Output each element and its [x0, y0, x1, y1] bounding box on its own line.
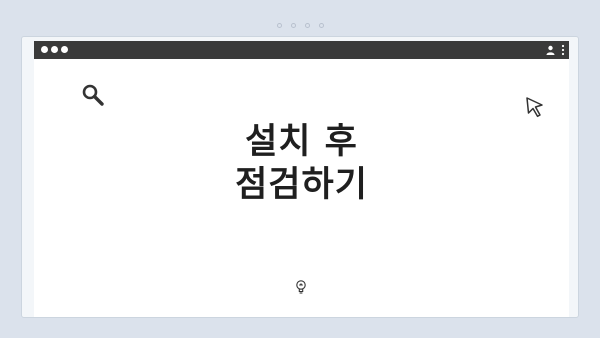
page-dot	[304, 23, 310, 28]
minimize-button[interactable]	[51, 46, 58, 53]
window-controls	[41, 46, 68, 53]
browser-titlebar	[34, 41, 569, 59]
kebab-menu-icon[interactable]	[561, 44, 565, 56]
page-dot	[318, 23, 324, 28]
page-indicator-dots	[0, 23, 600, 28]
page-content: 설치 후 점검하기	[34, 59, 569, 317]
lightbulb-icon	[296, 280, 306, 294]
search-icon	[82, 84, 104, 106]
profile-icon[interactable]	[546, 45, 555, 55]
cursor-pointer-icon	[526, 97, 543, 118]
page-dot	[276, 23, 282, 28]
maximize-button[interactable]	[61, 46, 68, 53]
page-dot	[290, 23, 296, 28]
close-button[interactable]	[41, 46, 48, 53]
page-heading: 설치 후 점검하기	[235, 122, 368, 205]
